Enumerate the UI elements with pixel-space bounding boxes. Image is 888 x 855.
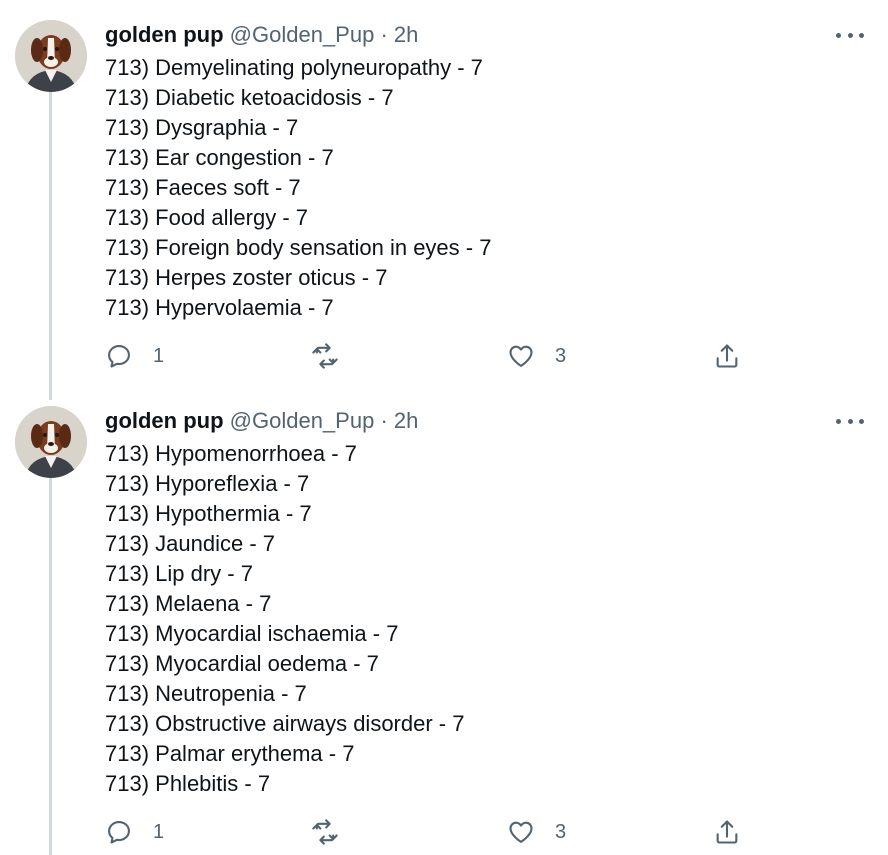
avatar[interactable] bbox=[15, 20, 87, 92]
more-dot-icon bbox=[836, 32, 841, 38]
tweet-line: 713) Neutropenia - 7 bbox=[105, 681, 307, 706]
retweet-icon bbox=[312, 343, 338, 369]
tweet-line: 713) Hypomenorrhoea - 7 bbox=[105, 441, 357, 466]
author-handle[interactable]: @Golden_Pup bbox=[230, 408, 375, 433]
tweet-line: 713) Faeces soft - 7 bbox=[105, 175, 301, 200]
tweet-line: 713) Hyporeflexia - 7 bbox=[105, 471, 310, 496]
like-count: 3 bbox=[555, 344, 567, 367]
like-icon bbox=[509, 821, 533, 843]
reply-button[interactable]: 1 bbox=[105, 341, 164, 371]
more-dot-icon bbox=[859, 418, 864, 424]
more-dot-icon bbox=[859, 32, 864, 38]
tweet[interactable]: golden pup @Golden_Pup · 2h 713) Hypomen… bbox=[0, 386, 888, 855]
avatar[interactable] bbox=[15, 406, 87, 478]
tweet-text: 713) Hypomenorrhoea - 7 713) Hyporeflexi… bbox=[105, 439, 464, 799]
reply-icon bbox=[108, 345, 130, 368]
tweet-text: 713) Demyelinating polyneuropathy - 7 71… bbox=[105, 53, 491, 323]
tweet-header: golden pup @Golden_Pup · 2h bbox=[105, 407, 418, 435]
share-icon bbox=[716, 344, 738, 368]
tweet-line: 713) Demyelinating polyneuropathy - 7 bbox=[105, 55, 483, 80]
timestamp[interactable]: 2h bbox=[394, 22, 418, 47]
share-icon bbox=[716, 820, 738, 844]
reply-count: 1 bbox=[153, 344, 165, 367]
separator-dot: · bbox=[380, 408, 388, 433]
timestamp[interactable]: 2h bbox=[394, 408, 418, 433]
like-icon bbox=[509, 345, 533, 367]
tweet-line: 713) Jaundice - 7 bbox=[105, 531, 275, 556]
tweet-line: 713) Myocardial ischaemia - 7 bbox=[105, 621, 399, 646]
action-bar: 1 3 bbox=[105, 817, 755, 847]
tweet-line: 713) Diabetic ketoacidosis - 7 bbox=[105, 85, 394, 110]
author-name[interactable]: golden pup bbox=[105, 408, 224, 433]
tweet[interactable]: golden pup @Golden_Pup · 2h 713) Demyeli… bbox=[0, 0, 888, 400]
author-name[interactable]: golden pup bbox=[105, 22, 224, 47]
author-handle[interactable]: @Golden_Pup bbox=[230, 22, 375, 47]
tweet-line: 713) Palmar erythema - 7 bbox=[105, 741, 355, 766]
more-dot-icon bbox=[847, 32, 853, 38]
like-count: 3 bbox=[555, 820, 567, 843]
dog-portrait-icon bbox=[15, 406, 87, 478]
tweet-line: 713) Hypervolaemia - 7 bbox=[105, 295, 334, 320]
tweet-line: 713) Myocardial oedema - 7 bbox=[105, 651, 379, 676]
more-options-button[interactable] bbox=[836, 25, 864, 45]
like-button[interactable]: 3 bbox=[507, 341, 566, 371]
reply-icon bbox=[108, 821, 130, 844]
reply-button[interactable]: 1 bbox=[105, 817, 164, 847]
share-button[interactable] bbox=[713, 817, 741, 847]
tweet-header: golden pup @Golden_Pup · 2h bbox=[105, 21, 418, 49]
tweet-line: 713) Herpes zoster oticus - 7 bbox=[105, 265, 388, 290]
retweet-button[interactable] bbox=[311, 341, 359, 371]
separator-dot: · bbox=[380, 22, 388, 47]
tweet-line: 713) Obstructive airways disorder - 7 bbox=[105, 711, 465, 736]
reply-count: 1 bbox=[153, 820, 165, 843]
retweet-icon bbox=[312, 819, 338, 845]
thread-line bbox=[49, 92, 52, 400]
tweet-line: 713) Ear congestion - 7 bbox=[105, 145, 334, 170]
action-bar: 1 3 bbox=[105, 341, 755, 371]
dog-portrait-icon bbox=[15, 20, 87, 92]
tweet-line: 713) Melaena - 7 bbox=[105, 591, 272, 616]
share-button[interactable] bbox=[713, 341, 741, 371]
thread-line bbox=[49, 478, 52, 855]
more-dot-icon bbox=[847, 418, 853, 424]
tweet-line: 713) Hypothermia - 7 bbox=[105, 501, 312, 526]
more-dot-icon bbox=[836, 418, 841, 424]
retweet-button[interactable] bbox=[311, 817, 359, 847]
tweet-line: 713) Dysgraphia - 7 bbox=[105, 115, 299, 140]
like-button[interactable]: 3 bbox=[507, 817, 566, 847]
tweet-line: 713) Lip dry - 7 bbox=[105, 561, 253, 586]
more-options-button[interactable] bbox=[836, 411, 864, 431]
tweet-line: 713) Phlebitis - 7 bbox=[105, 771, 271, 796]
tweet-line: 713) Foreign body sensation in eyes - 7 bbox=[105, 235, 492, 260]
tweet-line: 713) Food allergy - 7 bbox=[105, 205, 308, 230]
